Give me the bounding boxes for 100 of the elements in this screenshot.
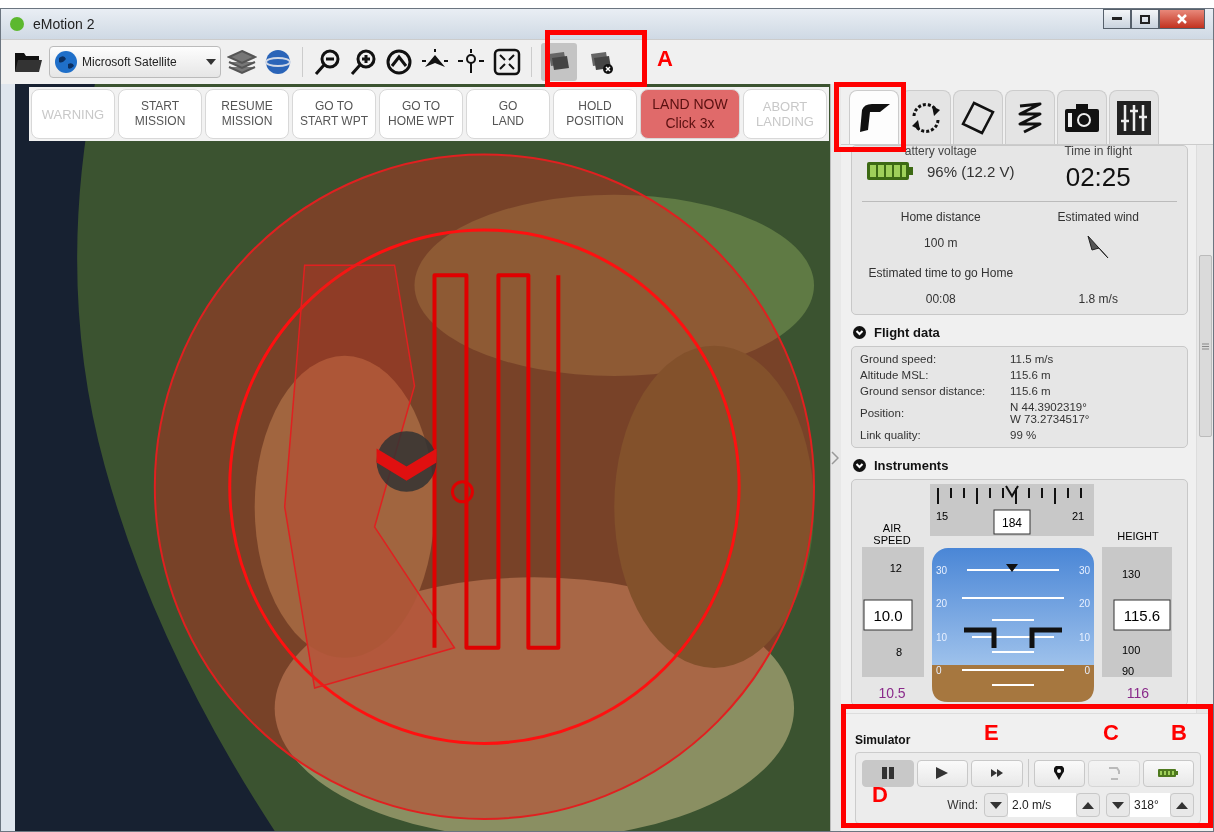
stacked-cards-remove-icon [588, 49, 614, 75]
field-label: Ground speed: [860, 353, 938, 365]
status-value: 00:08 [925, 292, 956, 306]
panel-tab[interactable] [849, 90, 899, 144]
decrease-button[interactable] [1106, 793, 1130, 817]
scrollbar[interactable] [1196, 145, 1213, 713]
fit-to-screen-icon[interactable] [492, 47, 522, 77]
field-value: 11.5 m/s [1010, 353, 1055, 365]
panel-toggle-icon[interactable] [831, 450, 839, 465]
sliders-icon [1117, 100, 1151, 135]
status-label: Estimated wind [1057, 210, 1139, 224]
pitch-scale-label: 10 [1078, 632, 1090, 643]
map-action-button[interactable]: GO TO START WPT [292, 89, 376, 139]
field-value: 115.6 m [1010, 369, 1052, 381]
collapse-chevron-icon[interactable] [853, 459, 866, 472]
panel-tab[interactable] [1109, 90, 1159, 144]
layers-icon[interactable] [227, 47, 257, 77]
callout-letter: B [1171, 720, 1187, 746]
down-triangle-icon [1112, 801, 1124, 809]
height-value: 115.6 [1123, 607, 1161, 624]
height-tick-label: 130 [1122, 568, 1141, 580]
map-action-button[interactable]: LAND NOW Click 3x [640, 89, 740, 139]
airspeed-value: 10.0 [873, 607, 903, 624]
collapse-chevron-icon[interactable] [853, 326, 866, 339]
close-button[interactable] [1159, 9, 1205, 29]
airspeed-tick-label: 12 [889, 562, 902, 574]
minimize-button[interactable] [1103, 9, 1131, 29]
map-action-button[interactable]: START MISSION [118, 89, 202, 139]
panel-tab[interactable] [1057, 90, 1107, 144]
status-value: 100 m [924, 236, 958, 250]
field-label: Ground sensor distance: [860, 385, 987, 397]
wind-speed-field[interactable]: 2.0 m/s [1008, 793, 1076, 817]
status-label: Estimated time to go Home [868, 266, 1014, 280]
airspeed-tick-label: 8 [895, 646, 902, 658]
wind-direction-field[interactable]: 318° [1130, 793, 1170, 817]
polygon-icon [960, 99, 996, 136]
section-title: Flight data [874, 325, 940, 340]
field-label: Altitude MSL: [860, 369, 930, 381]
height-tick-label: 100 [1122, 644, 1141, 656]
dropdown-caret-icon [206, 59, 216, 65]
up-triangle-icon [1176, 801, 1188, 809]
aircraft-icon [376, 431, 437, 492]
callout-letter: A [657, 46, 673, 72]
section-title: Simulator [855, 733, 911, 747]
height-readout-box [1113, 599, 1171, 631]
hook-icon [1107, 765, 1120, 781]
callout-letter: D [872, 782, 888, 808]
heading-value: 184 [1002, 516, 1022, 530]
map-action-button[interactable]: HOLD POSITION [553, 89, 637, 139]
battery-icon [866, 162, 913, 180]
simulator-button[interactable] [971, 759, 1023, 787]
map-action-button[interactable]: GO LAND [466, 89, 550, 139]
zoom-in-icon[interactable] [348, 47, 378, 77]
pause-icon [880, 766, 895, 780]
panel-tab[interactable] [1005, 90, 1055, 144]
status-value: 1.8 m/s [1078, 292, 1118, 306]
field-value: 115.6 m [1010, 385, 1052, 397]
field-value: N 44.3902319° W 73.2734517° [1010, 401, 1091, 425]
airspeed-readout-box [863, 599, 913, 631]
panel-tab[interactable] [953, 90, 1003, 144]
window-title: eMotion 2 [33, 16, 95, 32]
pitch-scale-label: 30 [936, 565, 948, 576]
field-value: 99 % [1010, 429, 1038, 441]
callout-letter: E [984, 720, 999, 746]
increase-button[interactable] [1170, 793, 1194, 817]
pitch-scale-label: 0 [936, 665, 942, 676]
app-logo-icon [9, 16, 25, 32]
minimize-icon [1112, 17, 1122, 21]
heading-readout-box [993, 509, 1031, 535]
decrease-button[interactable] [984, 793, 1008, 817]
map-action-button[interactable]: GO TO HOME WPT [379, 89, 463, 139]
pitch-scale-label: 10 [936, 632, 948, 643]
simulator-button[interactable] [1033, 759, 1085, 787]
field-label: Link quality: [860, 429, 922, 441]
wind-arrow-icon [1086, 234, 1111, 260]
target-marker [450, 480, 474, 504]
down-triangle-icon [990, 801, 1002, 809]
field-label: Position: [860, 407, 906, 419]
simulator-button[interactable] [862, 759, 914, 787]
height-target: 116 [1126, 685, 1150, 701]
airspeed-target: 10.5 [878, 685, 906, 701]
map-source-dropdown[interactable]: Microsoft Satellite [49, 46, 221, 78]
wind-label: Wind: [947, 798, 978, 812]
map-action-button[interactable]: RESUME MISSION [205, 89, 289, 139]
battery-icon [1158, 769, 1179, 777]
heading-tick-label: 15 [936, 510, 949, 522]
close-icon [1177, 14, 1187, 24]
maximize-icon [1140, 14, 1150, 24]
pitch-scale-label: 20 [936, 598, 948, 609]
zoom-out-icon[interactable] [312, 47, 342, 77]
up-triangle-icon [1082, 801, 1094, 809]
maximize-button[interactable] [1131, 9, 1159, 29]
simulator-button[interactable] [916, 759, 969, 787]
grip-icon [1201, 342, 1209, 350]
earth-globe-icon[interactable] [263, 47, 293, 77]
pitch-scale-label: 20 [1078, 598, 1090, 609]
pitch-scale-label: 30 [1078, 565, 1090, 576]
airspeed-label: AIR SPEED [873, 522, 911, 546]
status-label: Time in flight [1064, 145, 1133, 158]
increase-button[interactable] [1076, 793, 1100, 817]
